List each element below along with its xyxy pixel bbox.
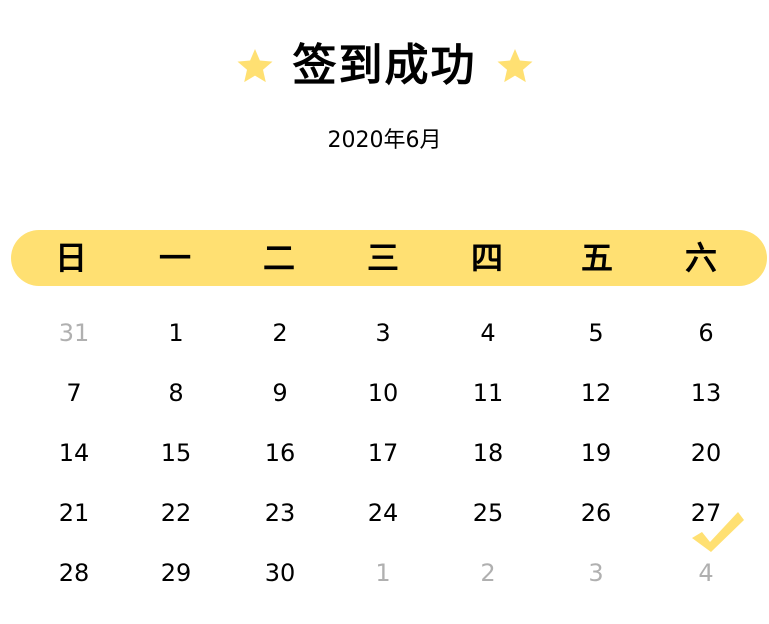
calendar-day[interactable]: 7 bbox=[39, 378, 109, 408]
star-icon bbox=[495, 46, 535, 86]
calendar-day[interactable]: 14 bbox=[39, 438, 109, 468]
calendar-day[interactable]: 8 bbox=[141, 378, 211, 408]
weekday-fri: 五 bbox=[580, 239, 613, 277]
calendar-day[interactable]: 21 bbox=[39, 498, 109, 528]
calendar-day[interactable]: 31 bbox=[39, 318, 109, 348]
calendar-day[interactable]: 15 bbox=[141, 438, 211, 468]
calendar-day[interactable]: 2 bbox=[245, 318, 315, 348]
page-title: 签到成功 bbox=[292, 40, 477, 91]
calendar-day[interactable]: 4 bbox=[453, 318, 523, 348]
weekday-sat: 六 bbox=[684, 239, 717, 277]
weekday-thu: 四 bbox=[470, 239, 503, 277]
calendar-day[interactable]: 2 bbox=[453, 558, 523, 588]
calendar-day[interactable]: 19 bbox=[561, 438, 631, 468]
calendar-day[interactable]: 9 bbox=[245, 378, 315, 408]
weekday-sun: 日 bbox=[54, 239, 87, 277]
calendar-day[interactable]: 3 bbox=[561, 558, 631, 588]
month-label: 2020年6月 bbox=[327, 128, 442, 153]
calendar-day[interactable]: 25 bbox=[453, 498, 523, 528]
calendar-day[interactable]: 18 bbox=[453, 438, 523, 468]
calendar-day[interactable]: 6 bbox=[671, 318, 741, 348]
calendar-day[interactable]: 3 bbox=[348, 318, 418, 348]
weekday-mon: 一 bbox=[158, 239, 191, 277]
checkmark-icon bbox=[690, 508, 746, 554]
calendar-day[interactable]: 13 bbox=[671, 378, 741, 408]
calendar-day[interactable]: 1 bbox=[141, 318, 211, 348]
calendar-day[interactable]: 5 bbox=[561, 318, 631, 348]
calendar-day[interactable]: 10 bbox=[348, 378, 418, 408]
weekday-bar: 日 一 二 三 四 五 六 bbox=[11, 230, 767, 286]
weekday-tue: 二 bbox=[262, 239, 295, 277]
calendar-day[interactable]: 24 bbox=[348, 498, 418, 528]
calendar-day[interactable]: 1 bbox=[348, 558, 418, 588]
calendar-day[interactable]: 28 bbox=[39, 558, 109, 588]
calendar-day[interactable]: 16 bbox=[245, 438, 315, 468]
calendar-day[interactable]: 11 bbox=[453, 378, 523, 408]
calendar-day[interactable]: 26 bbox=[561, 498, 631, 528]
calendar-day[interactable]: 22 bbox=[141, 498, 211, 528]
weekday-wed: 三 bbox=[366, 239, 399, 277]
calendar-day[interactable]: 17 bbox=[348, 438, 418, 468]
star-icon bbox=[235, 46, 275, 86]
title-row: 签到成功 bbox=[0, 36, 769, 96]
calendar-day[interactable]: 29 bbox=[141, 558, 211, 588]
calendar-day[interactable]: 12 bbox=[561, 378, 631, 408]
calendar-day[interactable]: 30 bbox=[245, 558, 315, 588]
calendar-day[interactable]: 4 bbox=[671, 558, 741, 588]
calendar-day[interactable]: 23 bbox=[245, 498, 315, 528]
calendar-day[interactable]: 20 bbox=[671, 438, 741, 468]
